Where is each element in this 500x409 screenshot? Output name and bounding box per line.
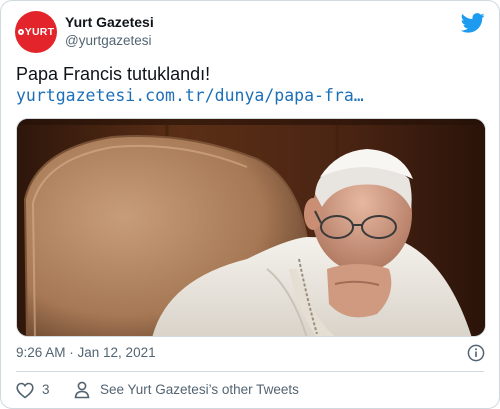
info-icon[interactable] xyxy=(467,344,485,362)
logo-dot-icon xyxy=(17,29,24,35)
author-handle[interactable]: @yurtgazetesi xyxy=(65,33,152,48)
author-name[interactable]: Yurt Gazetesi xyxy=(65,14,154,30)
like-count[interactable]: 3 xyxy=(42,382,50,397)
tweet-timestamp[interactable]: 9:26 AM · Jan 12, 2021 xyxy=(16,345,156,360)
avatar-logo-text: YURT xyxy=(24,26,55,38)
embedded-tweet-card: YURT Yurt Gazetesi @yurtgazetesi Papa Fr… xyxy=(0,0,500,409)
profile-icon[interactable] xyxy=(74,381,90,399)
photo-illustration xyxy=(17,119,485,336)
yurt-logo: YURT xyxy=(17,26,55,38)
avatar[interactable]: YURT xyxy=(15,11,57,53)
tweet-media-photo[interactable] xyxy=(16,118,486,337)
tweet-link[interactable]: yurtgazetesi.com.tr/dunya/papa-fra… xyxy=(16,86,364,105)
divider xyxy=(16,371,484,372)
see-other-tweets-link[interactable]: See Yurt Gazetesi’s other Tweets xyxy=(100,382,299,397)
heart-icon[interactable] xyxy=(16,382,34,399)
tweet-text: Papa Francis tutuklandı! xyxy=(16,64,211,84)
twitter-bird-icon[interactable] xyxy=(461,13,485,33)
